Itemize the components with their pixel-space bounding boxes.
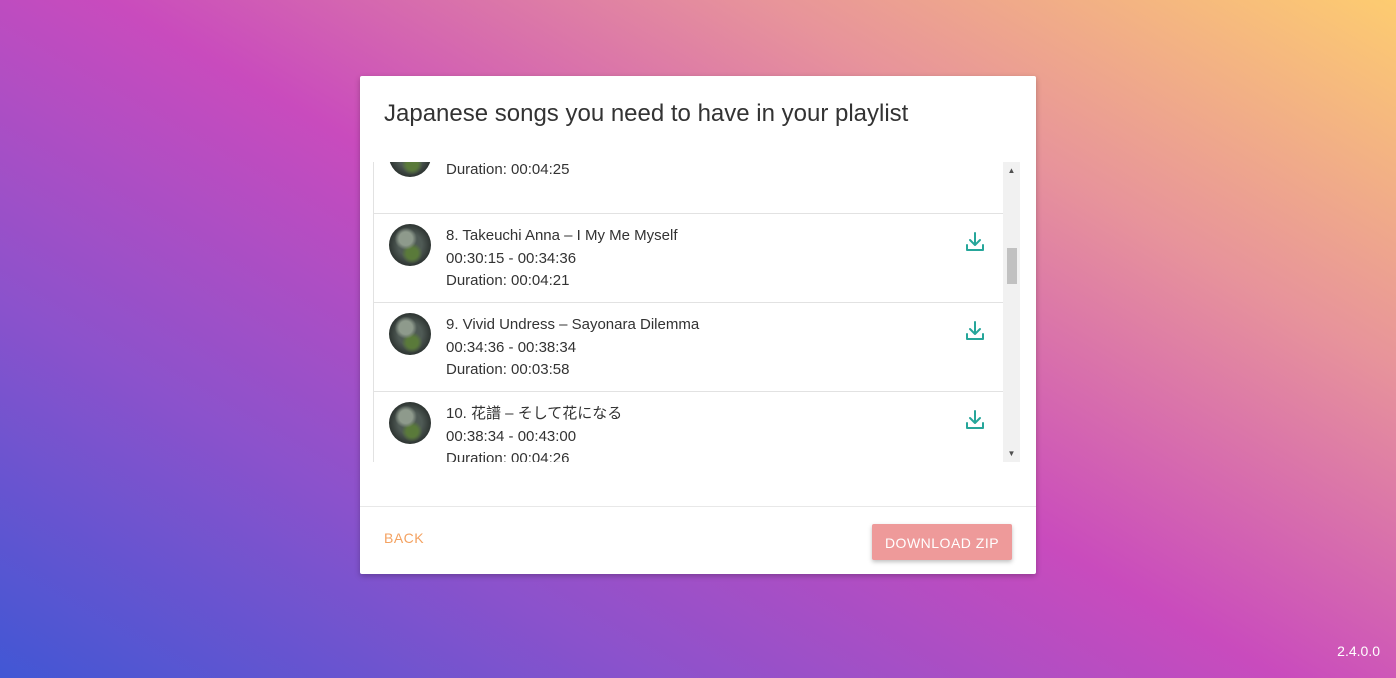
track-info: 8. Takeuchi Anna – I My Me Myself 00:30:…: [446, 225, 678, 293]
scroll-up-arrow-icon[interactable]: ▲: [1003, 162, 1020, 179]
download-icon[interactable]: [963, 230, 987, 254]
list-item: 7. Duration: 00:04:25: [374, 162, 1003, 214]
dialog-title: Japanese songs you need to have in your …: [384, 100, 909, 127]
track-list[interactable]: 7. Duration: 00:04:25 8. Takeuchi Anna –…: [373, 162, 1003, 462]
download-icon[interactable]: [963, 162, 987, 165]
back-button[interactable]: BACK: [384, 530, 424, 546]
track-title: 10. 花譜 – そして花になる: [446, 405, 623, 422]
track-info: 7. Duration: 00:04:25: [446, 162, 569, 181]
version-label: 2.4.0.0: [1337, 643, 1380, 659]
track-time-range: 00:38:34 - 00:43:00: [446, 427, 577, 445]
track-duration: Duration: 00:04:26: [446, 450, 570, 462]
track-info: 9. Vivid Undress – Sayonara Dilemma 00:3…: [446, 314, 699, 382]
track-time-range: 00:30:15 - 00:34:36: [446, 249, 577, 267]
playlist-dialog: Japanese songs you need to have in your …: [360, 76, 1036, 574]
track-duration: Duration: 00:04:25: [446, 162, 570, 178]
scroll-down-arrow-icon[interactable]: ▼: [1003, 445, 1020, 462]
list-item: 9. Vivid Undress – Sayonara Dilemma 00:3…: [374, 303, 1003, 392]
list-item: 10. 花譜 – そして花になる 00:38:34 - 00:43:00 Dur…: [374, 392, 1003, 462]
track-title: 9. Vivid Undress – Sayonara Dilemma: [446, 316, 700, 333]
scroll-thumb[interactable]: [1007, 248, 1017, 284]
download-zip-button[interactable]: DOWNLOAD ZIP: [872, 524, 1012, 560]
track-avatar: [389, 162, 431, 177]
track-list-content: 7. Duration: 00:04:25 8. Takeuchi Anna –…: [374, 162, 1003, 462]
track-time-range: 00:34:36 - 00:38:34: [446, 338, 577, 356]
track-duration: Duration: 00:03:58: [446, 361, 570, 378]
list-scrollbar[interactable]: ▲ ▼: [1003, 162, 1020, 462]
track-title: 8. Takeuchi Anna – I My Me Myself: [446, 227, 678, 244]
download-icon[interactable]: [963, 319, 987, 343]
track-duration: Duration: 00:04:21: [446, 272, 570, 289]
list-item: 8. Takeuchi Anna – I My Me Myself 00:30:…: [374, 214, 1003, 303]
dialog-footer: BACK DOWNLOAD ZIP: [360, 506, 1036, 575]
track-info: 10. 花譜 – そして花になる 00:38:34 - 00:43:00 Dur…: [446, 403, 622, 462]
download-icon[interactable]: [963, 408, 987, 432]
track-avatar: [389, 313, 431, 355]
track-avatar: [389, 224, 431, 266]
track-avatar: [389, 402, 431, 444]
